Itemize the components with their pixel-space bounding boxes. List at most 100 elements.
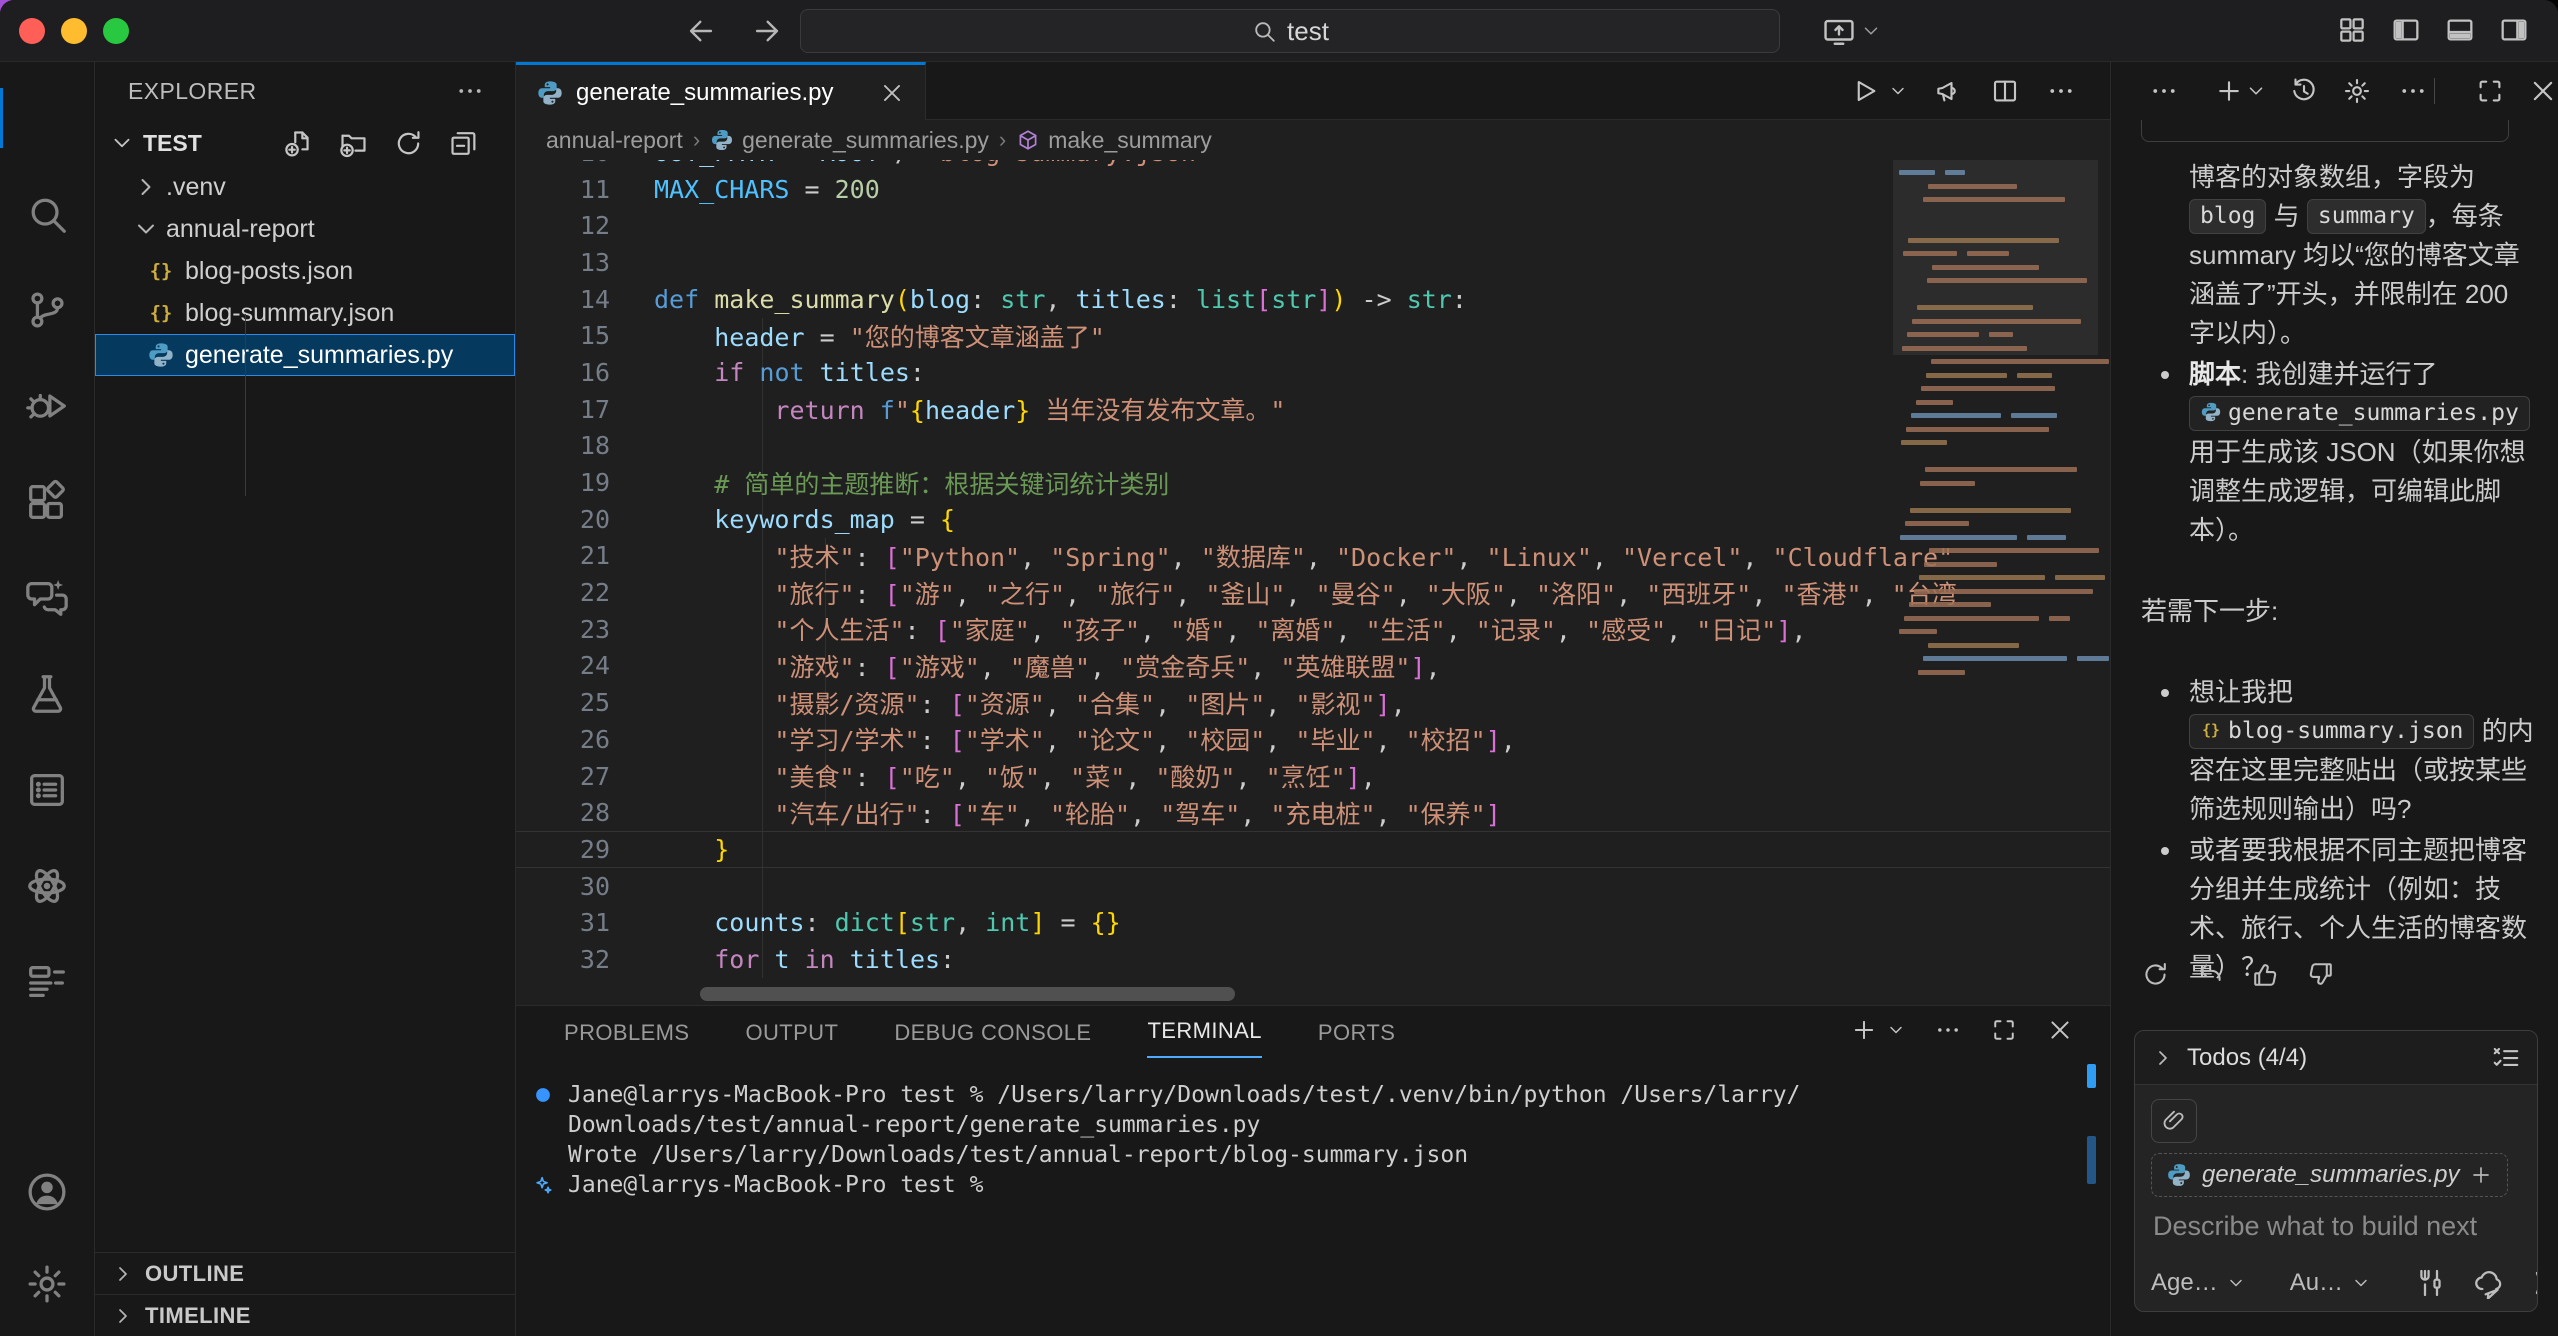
panel-tab-debug-console[interactable]: DEBUG CONSOLE (894, 1020, 1091, 1058)
activity-item-chat[interactable] (0, 550, 94, 646)
chat-input-placeholder[interactable]: Describe what to build next (2153, 1211, 2477, 1242)
activity-item-outline-notes[interactable] (0, 934, 94, 1030)
cloud-send-icon[interactable] (2473, 1267, 2505, 1299)
sidebar-section-outline[interactable]: OUTLINE (95, 1252, 515, 1294)
activity-item-source-control[interactable] (0, 262, 94, 358)
horizontal-scrollbar[interactable] (700, 987, 1235, 1001)
minimize-window-button[interactable] (61, 18, 87, 44)
activity-item-settings[interactable] (0, 1238, 94, 1330)
activity-item-todo-list[interactable] (0, 742, 94, 838)
new-terminal-icon[interactable] (1850, 1016, 1878, 1044)
split-editor-icon[interactable] (1990, 76, 2020, 106)
forward-arrow-icon[interactable] (750, 14, 784, 48)
workspace-section-header[interactable]: TEST (95, 120, 515, 166)
activity-item-testing[interactable] (0, 646, 94, 742)
terminal-scrollbar[interactable] (2087, 1136, 2096, 1184)
attach-context-button[interactable] (2151, 1099, 2197, 1143)
minimap-line (2049, 616, 2070, 621)
minimap-line (1919, 575, 2045, 580)
undo-icon[interactable] (2196, 960, 2225, 989)
tab-generate-summaries[interactable]: generate_summaries.py (516, 62, 926, 120)
activity-item-account[interactable] (0, 1146, 94, 1238)
more-chat-actions-icon[interactable] (2149, 76, 2179, 106)
code-text: "摄影/资源": ["资源", "合集", "图片", "影视"], (654, 685, 1406, 721)
panel-tab-problems[interactable]: PROBLEMS (564, 1020, 689, 1058)
back-arrow-icon[interactable] (684, 14, 718, 48)
tree-item-.venv[interactable]: .venv (95, 166, 515, 208)
tree-item-annual-report[interactable]: annual-report (95, 208, 515, 250)
megaphone-icon[interactable] (1934, 76, 1964, 106)
tree-item-generate-summaries.py[interactable]: generate_summaries.py (95, 334, 515, 376)
file-reference-chip[interactable]: {}blog-summary.json (2189, 714, 2474, 749)
maximize-chat-icon[interactable] (2475, 76, 2505, 106)
close-chat-icon[interactable] (2528, 76, 2558, 106)
activity-item-explorer[interactable] (0, 70, 94, 166)
file-reference-chip[interactable]: generate_summaries.py (2189, 396, 2530, 431)
activity-item-extensions[interactable] (0, 454, 94, 550)
panel-bottom-icon[interactable] (2444, 14, 2476, 46)
chat-history-icon[interactable] (2289, 76, 2319, 106)
new-file-icon[interactable] (283, 128, 314, 159)
code-line-15: 15 header = "您的博客文章涵盖了" (516, 317, 2110, 354)
breadcrumb: annual-report›generate_summaries.py›make… (516, 120, 2110, 160)
more-panel-actions-icon[interactable] (1934, 1016, 1962, 1044)
thumbs-down-icon[interactable] (2306, 960, 2335, 989)
chat-settings-icon[interactable] (2342, 76, 2372, 106)
screen-cast-control[interactable] (1822, 14, 1882, 48)
breadcrumb-item[interactable]: make_summary (1016, 127, 1212, 154)
minimap-line (1925, 467, 2077, 472)
context-file-chip[interactable]: generate_summaries.py (2151, 1153, 2508, 1197)
run-python-file-icon[interactable] (1850, 76, 1880, 106)
minimap[interactable] (1893, 160, 2098, 1005)
thumbs-up-icon[interactable] (2251, 960, 2280, 989)
collapse-all-icon[interactable] (448, 128, 479, 159)
more-editor-actions-icon[interactable] (2046, 76, 2076, 106)
minimap-line (1918, 670, 1965, 675)
run-dropdown-chevron-icon[interactable] (1888, 81, 1908, 101)
agent-mode-dropdown[interactable]: Age… (2151, 1269, 2246, 1297)
close-window-button[interactable] (19, 18, 45, 44)
close-panel-icon[interactable] (2046, 1016, 2074, 1044)
tree-item-blog-posts.json[interactable]: {}blog-posts.json (95, 250, 515, 292)
tree-item-blog-summary.json[interactable]: {}blog-summary.json (95, 292, 515, 334)
json-icon: {} (2200, 719, 2222, 741)
tools-icon[interactable] (2415, 1267, 2447, 1299)
regenerate-icon[interactable] (2141, 960, 2170, 989)
minimap-line (1929, 548, 2099, 553)
panel-tab-ports[interactable]: PORTS (1318, 1020, 1395, 1058)
panel-tab-output[interactable]: OUTPUT (745, 1020, 838, 1058)
panel-tab-terminal[interactable]: TERMINAL (1147, 1018, 1261, 1058)
activity-item-run-debug[interactable] (0, 358, 94, 454)
command-center-search[interactable]: test (800, 9, 1780, 53)
activity-item-search[interactable] (0, 166, 94, 262)
more-actions-icon[interactable] (455, 76, 485, 106)
chat-bullet-item: 想让我把 {}blog-summary.json 的内容在这里完整贴出（或按某些… (2141, 673, 2536, 829)
more-chat-actions-icon[interactable] (2398, 76, 2428, 106)
new-chat-dropdown-chevron-icon[interactable] (2245, 80, 2267, 102)
minimap-line (1901, 440, 1947, 445)
minimap-slider[interactable] (1893, 160, 2098, 355)
checklist-icon[interactable] (2491, 1043, 2521, 1073)
close-icon[interactable] (879, 80, 905, 106)
new-chat-icon[interactable] (2214, 76, 2244, 106)
model-dropdown[interactable]: Au… (2290, 1269, 2371, 1297)
refresh-icon[interactable] (393, 128, 424, 159)
terminal[interactable]: Jane@larrys-MacBook-Pro test % /Users/la… (516, 1080, 2110, 1200)
breadcrumb-item[interactable]: generate_summaries.py (710, 127, 989, 154)
panel-left-icon[interactable] (2390, 14, 2422, 46)
send-button-icon[interactable] (2531, 1267, 2538, 1299)
code-text: MAX_CHARS = 200 (654, 175, 880, 204)
activity-item-react[interactable] (0, 838, 94, 934)
breadcrumb-item[interactable]: annual-report (546, 127, 683, 154)
code-editor[interactable]: 10OUT_PATH = ROOT / "blog-summary.json"1… (516, 160, 2110, 1005)
zoom-window-button[interactable] (103, 18, 129, 44)
sidebar-section-timeline[interactable]: TIMELINE (95, 1294, 515, 1336)
new-folder-icon[interactable] (338, 128, 369, 159)
maximize-panel-icon[interactable] (1990, 1016, 2018, 1044)
terminal-line: Jane@larrys-MacBook-Pro test % /Users/la… (516, 1080, 2110, 1110)
terminal-dropdown-chevron-icon[interactable] (1886, 1020, 1906, 1040)
chevron-down-icon (2226, 1273, 2246, 1293)
panel-right-icon[interactable] (2498, 14, 2530, 46)
layout-grid-icon[interactable] (2336, 14, 2368, 46)
todos-header[interactable]: Todos (4/4) (2135, 1031, 2537, 1085)
